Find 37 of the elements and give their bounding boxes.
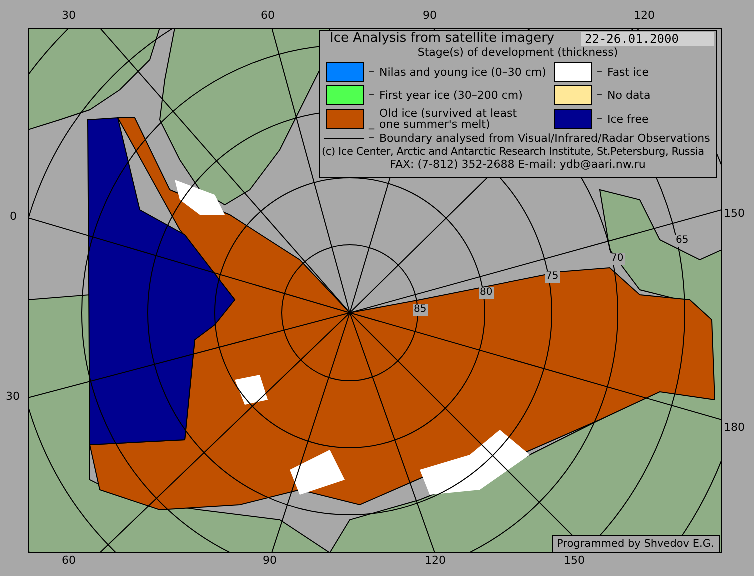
latitude-label: 80 [479, 287, 494, 299]
longitude-label: 180 [724, 421, 745, 434]
legend-title: Ice Analysis from satellite imagery [330, 33, 555, 45]
dash-mark: – [597, 89, 602, 101]
dash-mark: – [597, 113, 602, 125]
legend-label: No data [608, 90, 651, 100]
dash-mark: – [369, 132, 374, 144]
legend-label: Nilas and young ice (0–30 cm) [380, 66, 546, 78]
legend-label: Boundary analysed from Visual/Infrared/Radar Observations [380, 132, 710, 144]
dash-mark: _ [369, 118, 374, 130]
latitude-label: 75 [545, 271, 560, 283]
contact-text: FAX: (7-812) 352-2688 E-mail: ydb@aari.nw.ru [389, 159, 647, 171]
credit-label: Programmed by Shvedov E.G. [552, 535, 720, 553]
legend-label: First year ice (30–200 cm) [380, 90, 523, 100]
legend-label: Old ice (survived at least one summer's melt) [380, 108, 518, 130]
dash-mark: – [369, 89, 374, 101]
longitude-label: 150 [724, 207, 745, 220]
latitude-label: 85 [413, 304, 428, 316]
latitude-label: 70 [610, 253, 625, 265]
longitude-label: 90 [423, 9, 437, 22]
longitude-label: 60 [261, 9, 275, 22]
legend-label: Fast ice [608, 66, 649, 78]
dash-mark: – [597, 66, 602, 78]
longitude-label: 90 [263, 554, 277, 567]
longitude-label: 120 [634, 9, 655, 22]
longitude-label: 150 [564, 554, 585, 567]
longitude-label: 30 [62, 9, 76, 22]
longitude-label: 60 [62, 554, 76, 567]
dash-mark: – [369, 66, 374, 78]
longitude-label: 0 [10, 210, 17, 223]
latitude-label: 65 [675, 235, 690, 247]
date-label: 22-26.01.2000 [581, 32, 714, 46]
legend-label: Ice free [608, 114, 649, 124]
legend-subtitle: Stage(s) of development (thickness) [416, 47, 620, 59]
longitude-label: 120 [425, 554, 446, 567]
copyright-text: (c) Ice Center, Arctic and Antarctic Research Institute, St.Petersburg, Russia [322, 146, 706, 158]
longitude-label: 30 [6, 390, 20, 403]
